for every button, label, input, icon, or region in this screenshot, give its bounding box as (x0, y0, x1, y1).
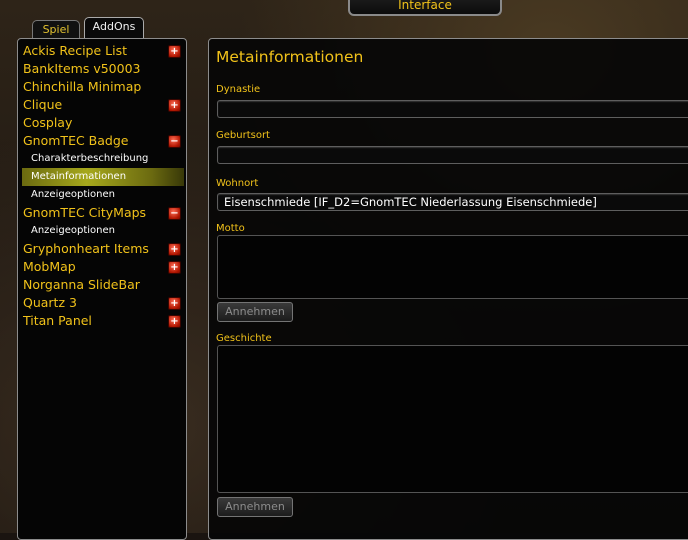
collapse-icon[interactable]: − (168, 207, 181, 220)
addon-item-label: Gryphonheart Items (23, 241, 149, 256)
addon-category-item[interactable]: MobMap + (23, 258, 183, 276)
addon-item-label: Metainformationen (31, 171, 127, 182)
expand-icon[interactable]: + (168, 297, 181, 310)
motto-label: Motto (216, 223, 245, 234)
addon-item-label: Chinchilla Minimap (23, 79, 142, 94)
geburtsort-field[interactable] (217, 146, 688, 164)
addon-item-label: Norganna SlideBar (23, 277, 140, 292)
geburtsort-label: Geburtsort (216, 130, 270, 141)
addon-item-label: GnomTEC CityMaps (23, 205, 147, 220)
dynastie-field[interactable] (217, 100, 688, 118)
addon-category-item[interactable]: Ackis Recipe List + (23, 42, 183, 60)
addon-category-item[interactable]: Titan Panel + (23, 312, 183, 330)
wohnort-label: Wohnort (216, 178, 259, 189)
addon-item-label: Anzeigeoptionen (31, 225, 115, 236)
addon-category-item[interactable]: GnomTEC Badge − (23, 132, 183, 150)
expand-icon[interactable]: + (168, 315, 181, 328)
addon-item-label: MobMap (23, 259, 76, 274)
wohnort-value: Eisenschmiede [IF_D2=GnomTEC Niederlassu… (224, 195, 597, 209)
addon-subcategory-item[interactable]: Anzeigeoptionen (31, 222, 183, 240)
addon-category-item[interactable]: Norganna SlideBar (23, 276, 183, 294)
addon-item-label: BankItems v50003 (23, 61, 141, 76)
tab-spiel[interactable]: Spiel (32, 20, 80, 39)
interface-header: Interface (348, 0, 502, 16)
addon-category-item[interactable]: Gryphonheart Items + (23, 240, 183, 258)
addon-item-label: Titan Panel (23, 313, 92, 328)
addon-item-label: Cosplay (23, 115, 73, 130)
dynastie-label: Dynastie (216, 84, 261, 95)
expand-icon[interactable]: + (168, 99, 181, 112)
addon-item-label: GnomTEC Badge (23, 133, 129, 148)
addon-category-item[interactable]: Quartz 3 + (23, 294, 183, 312)
wohnort-field[interactable]: Eisenschmiede [IF_D2=GnomTEC Niederlassu… (217, 193, 688, 211)
addon-category-item[interactable]: Chinchilla Minimap (23, 78, 183, 96)
addon-item-label: Clique (23, 97, 63, 112)
collapse-icon[interactable]: − (168, 135, 181, 148)
addon-item-label: Anzeigeoptionen (31, 189, 115, 200)
addon-category-item[interactable]: GnomTEC CityMaps − (23, 204, 183, 222)
addon-item-label: Charakterbeschreibung (31, 153, 149, 164)
addon-category-item[interactable]: Cosplay (23, 114, 183, 132)
motto-textarea[interactable] (217, 235, 688, 299)
expand-icon[interactable]: + (168, 243, 181, 256)
expand-icon[interactable]: + (168, 45, 181, 58)
header-title: Interface (398, 0, 452, 12)
tab-addons[interactable]: AddOns (84, 17, 144, 39)
addon-item-label: Ackis Recipe List (23, 43, 128, 58)
geschichte-label: Geschichte (216, 333, 272, 344)
motto-accept-button[interactable]: Annehmen (217, 302, 293, 322)
geschichte-textarea[interactable] (217, 345, 688, 493)
addon-subcategory-item[interactable]: Charakterbeschreibung (31, 150, 183, 168)
addon-item-label: Quartz 3 (23, 295, 77, 310)
addon-category-item[interactable]: BankItems v50003 (23, 60, 183, 78)
page-title: Metainformationen (216, 48, 364, 66)
addon-subcategory-item[interactable]: Metainformationen (22, 168, 184, 186)
addon-category-item[interactable]: Clique + (23, 96, 183, 114)
expand-icon[interactable]: + (168, 261, 181, 274)
geschichte-accept-button[interactable]: Annehmen (217, 497, 293, 517)
addon-subcategory-item[interactable]: Anzeigeoptionen (31, 186, 183, 204)
